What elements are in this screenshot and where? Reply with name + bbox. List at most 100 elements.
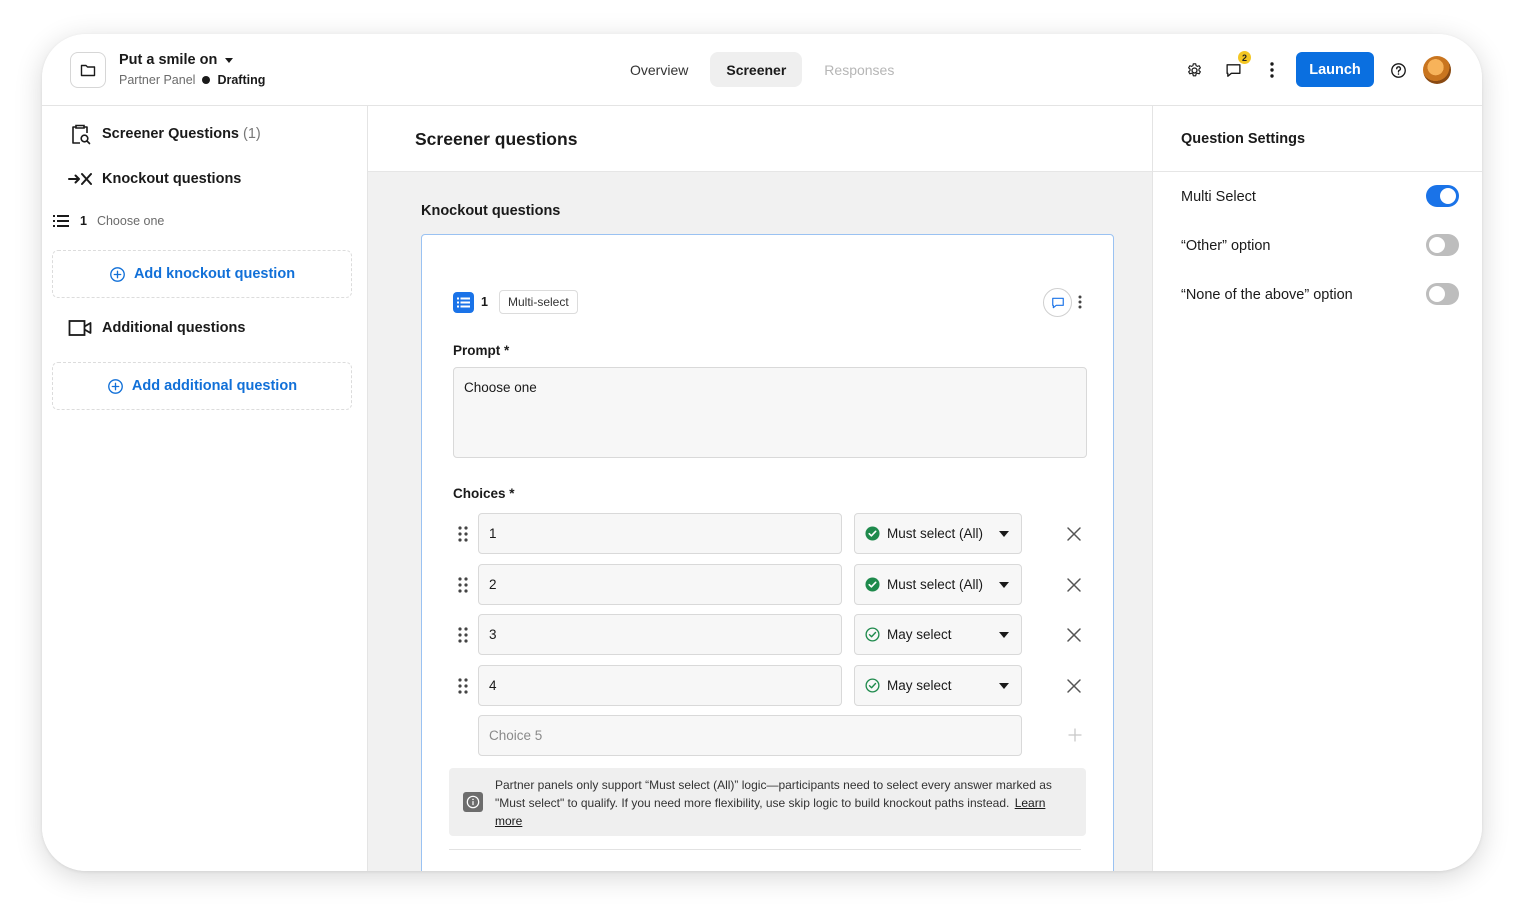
more-options-button[interactable] (1258, 56, 1286, 84)
clipboard-search-icon (72, 124, 91, 145)
choice-row: 4 May select (453, 665, 1093, 706)
avatar[interactable] (1423, 56, 1451, 84)
settings-button[interactable] (1180, 56, 1208, 84)
other-option-toggle[interactable] (1426, 234, 1459, 256)
choice-input[interactable]: 1 (478, 513, 842, 554)
add-additional-question-button[interactable]: Add additional question (52, 362, 352, 410)
more-vertical-icon (1078, 295, 1082, 309)
project-title-dropdown[interactable]: Put a smile on (119, 52, 234, 68)
tab-overview[interactable]: Overview (614, 52, 704, 87)
drag-handle-icon[interactable] (457, 626, 469, 644)
add-additional-label: Add additional question (131, 378, 298, 394)
close-icon[interactable] (1066, 577, 1082, 593)
screener-questions-label: Screener Questions (102, 126, 239, 142)
setting-other-option: “Other” option (1181, 234, 1461, 258)
knockout-questions-label: Knockout questions (102, 171, 242, 187)
additional-questions-heading[interactable]: Additional questions (68, 319, 245, 337)
question-type-chip: Multi-select (499, 290, 578, 314)
choice-rule-label: May select (887, 678, 952, 693)
choice-row: 3 May select (453, 614, 1093, 655)
caret-down-icon (999, 531, 1009, 537)
drag-handle-icon[interactable] (457, 525, 469, 543)
setting-label: “None of the above” option (1181, 287, 1353, 303)
settings-panel: Question Settings Multi Select “Other” o… (1152, 106, 1482, 871)
notification-badge: 2 (1238, 51, 1251, 64)
screener-questions-heading[interactable]: Screener Questions (1) (68, 122, 261, 146)
arrow-x-icon (68, 173, 92, 185)
check-circle-filled-icon (865, 577, 880, 592)
panel-name: Partner Panel (119, 73, 196, 87)
close-icon[interactable] (1066, 627, 1082, 643)
comment-icon (1225, 63, 1241, 77)
check-circle-outline-icon (865, 678, 880, 693)
drag-handle-icon[interactable] (457, 576, 469, 594)
settings-title: Question Settings (1181, 131, 1306, 147)
more-vertical-icon (1270, 62, 1274, 78)
tab-screener[interactable]: Screener (710, 52, 803, 87)
new-choice-row: Choice 5 (453, 715, 1093, 756)
knockout-questions-heading[interactable]: Knockout questions (68, 171, 241, 187)
setting-label: Multi Select (1181, 189, 1256, 205)
top-bar: Put a smile on Partner Panel Drafting Ov… (42, 34, 1482, 106)
choice-rule-select[interactable]: Must select (All) (854, 513, 1022, 554)
list-icon (457, 297, 470, 308)
question-number: 1 (481, 295, 488, 309)
choice-rule-label: Must select (All) (887, 526, 984, 541)
none-option-toggle[interactable] (1426, 283, 1459, 305)
check-circle-filled-icon (865, 526, 880, 541)
drag-handle-icon[interactable] (457, 677, 469, 695)
sidebar-question-number: 1 (80, 214, 87, 228)
add-knockout-question-button[interactable]: Add knockout question (52, 250, 352, 298)
setting-multi-select: Multi Select (1181, 185, 1461, 209)
launch-button[interactable]: Launch (1296, 52, 1374, 87)
plus-circle-icon (108, 378, 123, 394)
choices-label: Choices * (453, 486, 515, 501)
check-circle-outline-icon (865, 627, 880, 642)
sidebar-question-label: Choose one (96, 214, 165, 228)
folder-icon (80, 64, 96, 77)
new-choice-input[interactable]: Choice 5 (478, 715, 1022, 756)
status-text: Drafting (217, 73, 266, 87)
info-notice: Partner panels only support “Must select… (449, 768, 1086, 836)
choice-input[interactable]: 2 (478, 564, 842, 605)
choice-rule-select[interactable]: May select (854, 614, 1022, 655)
question-card[interactable]: 1 Multi-select Prompt * Choose one Choic… (421, 234, 1114, 871)
caret-down-icon (999, 683, 1009, 689)
question-more-button[interactable] (1073, 292, 1087, 312)
help-button[interactable] (1384, 56, 1412, 84)
choice-input[interactable]: 3 (478, 614, 842, 655)
tab-responses[interactable]: Responses (808, 52, 910, 87)
info-icon (463, 792, 483, 812)
left-sidebar: Screener Questions (1) Knockout question… (42, 106, 368, 871)
prompt-textarea[interactable]: Choose one (453, 367, 1087, 458)
caret-down-icon (999, 582, 1009, 588)
list-icon (53, 215, 69, 227)
plus-icon[interactable] (1068, 728, 1082, 742)
setting-none-option: “None of the above” option (1181, 283, 1461, 307)
content-header: Screener questions (368, 106, 1152, 172)
section-label: Knockout questions (421, 203, 561, 219)
choice-rule-select[interactable]: Must select (All) (854, 564, 1022, 605)
project-meta: Partner Panel Drafting (119, 73, 265, 87)
main-tabs: Overview Screener Responses (614, 52, 910, 87)
gear-icon (1187, 62, 1201, 76)
question-comment-button[interactable] (1043, 288, 1072, 317)
additional-questions-label: Additional questions (102, 320, 246, 336)
project-title: Put a smile on (119, 52, 218, 68)
choice-input[interactable]: 4 (478, 665, 842, 706)
status-dot (202, 76, 211, 84)
choice-rule-select[interactable]: May select (854, 665, 1022, 706)
comments-button[interactable]: 2 (1219, 51, 1251, 84)
close-icon[interactable] (1066, 526, 1082, 542)
setting-label: “Other” option (1181, 238, 1271, 254)
multi-select-toggle[interactable] (1426, 185, 1459, 207)
plus-circle-icon (110, 266, 125, 282)
close-icon[interactable] (1066, 678, 1082, 694)
choice-row: 1 Must select (All) (453, 513, 1093, 554)
help-icon (1390, 62, 1406, 78)
sidebar-question-item[interactable]: 1 Choose one (52, 214, 164, 228)
app-window: Put a smile on Partner Panel Drafting Ov… (42, 34, 1482, 871)
folder-button[interactable] (70, 52, 106, 88)
video-icon (68, 320, 92, 336)
info-text: Partner panels only support “Must select… (495, 776, 1075, 830)
